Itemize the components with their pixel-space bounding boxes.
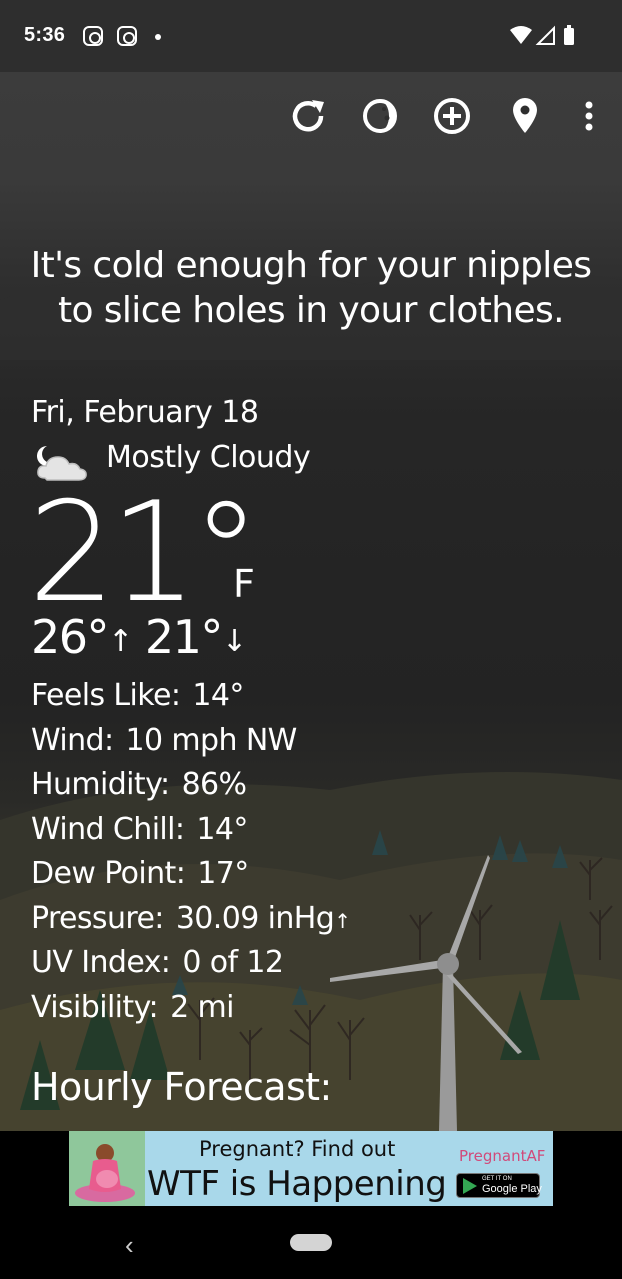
instagram-notification-icon [83, 26, 103, 46]
wifi-icon [510, 26, 532, 44]
detail-visibility: Visibility: 2 mi [31, 989, 234, 1025]
status-time: 5:36 [24, 24, 66, 46]
refresh-icon [292, 100, 324, 132]
weather-quote: It's cold enough for your nipples to sli… [30, 245, 592, 331]
theme-button[interactable] [358, 94, 402, 138]
status-bar: 5:36 [0, 0, 622, 72]
more-options-button[interactable] [567, 94, 611, 138]
home-pill-button[interactable] [290, 1234, 332, 1251]
banner-ad[interactable]: Pregnant? Find out WTF is Happening Preg… [69, 1131, 553, 1206]
ad-headline: Pregnant? Find out [199, 1137, 396, 1161]
location-pin-icon [513, 98, 537, 133]
ad-illustration [69, 1131, 145, 1206]
battery-icon [564, 28, 574, 45]
low-arrow: ↓ [221, 624, 247, 659]
more-notifications-dot-icon [155, 34, 161, 40]
pressure-trend-arrow: ↑ [334, 908, 351, 933]
weather-condition: Mostly Cloudy [106, 440, 311, 475]
add-location-icon [434, 98, 470, 134]
detail-uv-index: UV Index: 0 of 12 [31, 945, 284, 980]
status-icons [510, 25, 574, 45]
back-button[interactable]: ‹ [125, 1230, 134, 1261]
weather-details: Feels Like: 14° Wind: 10 mph NW Humidity: 8… [31, 676, 351, 1032]
high-arrow: ↑ [108, 624, 133, 659]
google-play-badge[interactable]: GET IT ON Google Play [456, 1173, 542, 1198]
ad-brand: PregnantAF [459, 1147, 546, 1165]
theme-icon [363, 99, 397, 133]
more-vert-icon [585, 101, 593, 131]
hourly-forecast-heading: Hourly Forecast: [31, 1065, 332, 1109]
add-location-button[interactable] [430, 94, 474, 138]
low-temperature: 21° [144, 610, 224, 664]
ad-title: WTF is Happening [147, 1164, 447, 1204]
forecast-date: Fri, February 18 [31, 395, 259, 430]
location-button[interactable] [503, 94, 547, 138]
current-temperature: 21° [28, 472, 261, 633]
google-play-icon [463, 1178, 477, 1194]
high-temperature: 26° [31, 610, 110, 664]
detail-pressure: Pressure: 30.09 inHg↑ [31, 900, 351, 936]
temperature-unit: F [233, 562, 255, 606]
high-low-temperature: 26°↑ 21°↓ [31, 610, 247, 664]
detail-humidity: Humidity: 86% [31, 767, 247, 802]
detail-dew-point: Dew Point: 17° [31, 856, 249, 891]
instagram-notification-icon [117, 26, 137, 46]
detail-wind-chill: Wind Chill: 14° [31, 811, 248, 847]
detail-feels-like: Feels Like: 14° [31, 678, 244, 713]
refresh-button[interactable] [286, 94, 330, 138]
detail-wind: Wind: 10 mph NW [31, 722, 297, 758]
signal-icon [535, 25, 555, 45]
